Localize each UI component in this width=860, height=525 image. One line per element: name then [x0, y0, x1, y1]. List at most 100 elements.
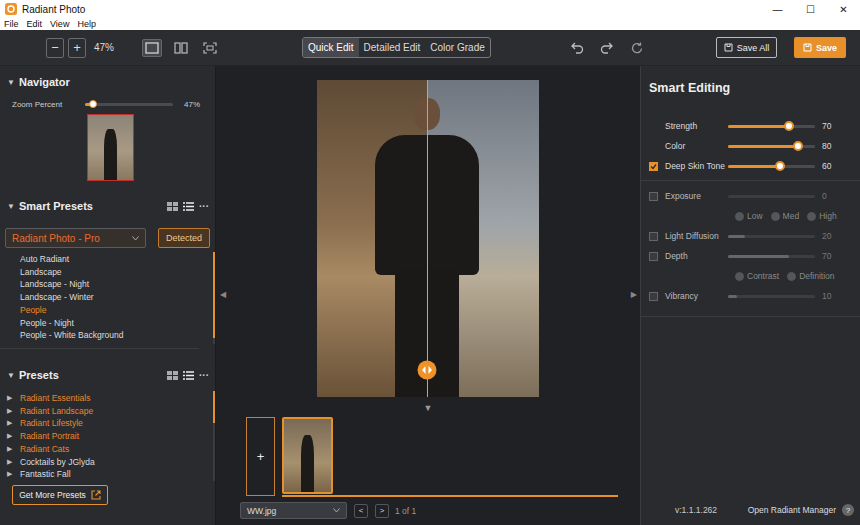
- view-mode-button[interactable]: [171, 39, 191, 57]
- add-image-button[interactable]: +: [246, 417, 275, 496]
- zoom-out-button[interactable]: −: [46, 38, 64, 58]
- previous-image-button[interactable]: <: [354, 504, 368, 518]
- filmstrip-thumbnail[interactable]: [282, 417, 333, 494]
- radio-group: Low Med High: [641, 206, 860, 226]
- scrollbar[interactable]: [213, 391, 215, 481]
- panel-title: Smart Presets: [19, 200, 93, 212]
- view-mode-button[interactable]: [142, 39, 162, 57]
- next-image-button[interactable]: >: [375, 504, 389, 518]
- smart-preset-item[interactable]: Landscape: [20, 266, 213, 279]
- list-view-icon[interactable]: [183, 202, 194, 211]
- adjustment-checkbox[interactable]: [649, 192, 658, 201]
- window-control[interactable]: ☐: [794, 4, 827, 15]
- filmstrip-scrollbar[interactable]: [282, 495, 618, 497]
- menu-item[interactable]: Edit: [27, 18, 43, 30]
- preset-group[interactable]: ▶ Radiant Essentials: [7, 392, 213, 405]
- edit-mode-tab[interactable]: Quick Edit: [303, 38, 359, 57]
- collapse-arrow[interactable]: ▼: [7, 202, 19, 211]
- smart-preset-item[interactable]: People: [20, 304, 213, 317]
- preset-group[interactable]: ▶ Radiant Portrait: [7, 430, 213, 443]
- smart-preset-item[interactable]: Auto Radiant: [20, 253, 213, 266]
- redo-icon[interactable]: [600, 41, 614, 55]
- preset-group[interactable]: ▶ Radiant Cats: [7, 443, 213, 456]
- panel-title: Presets: [19, 369, 59, 381]
- adjustment-label: Color: [665, 141, 728, 151]
- scrollbar[interactable]: [213, 252, 215, 344]
- grid-view-icon[interactable]: [167, 371, 178, 380]
- menu-item[interactable]: Help: [77, 18, 96, 30]
- preset-group[interactable]: ▶ Radiant Landscape: [7, 405, 213, 418]
- more-button[interactable]: ···: [199, 370, 209, 381]
- adjustment-value: 0: [822, 191, 827, 201]
- zoom-label: Zoom Percent: [12, 100, 85, 109]
- split-handle-icon[interactable]: [417, 360, 437, 380]
- grid-view-icon[interactable]: [167, 202, 178, 211]
- radio-option[interactable]: Definition: [787, 271, 834, 281]
- expand-arrow[interactable]: ▶: [7, 430, 20, 443]
- adjustment-row: Depth 70: [641, 246, 860, 266]
- get-more-presets-button[interactable]: Get More Presets: [12, 485, 108, 505]
- menu-item[interactable]: File: [4, 18, 19, 30]
- help-button[interactable]: ?: [842, 504, 854, 516]
- collection-dropdown[interactable]: Radiant Photo - Pro: [5, 228, 146, 248]
- file-dropdown[interactable]: WW.jpg: [240, 502, 347, 519]
- window-control[interactable]: —: [761, 4, 794, 15]
- reset-icon[interactable]: [630, 41, 644, 55]
- photo-preview[interactable]: [317, 80, 539, 397]
- expand-arrow[interactable]: ▶: [7, 456, 20, 469]
- adjustment-slider[interactable]: [728, 295, 815, 298]
- preset-group[interactable]: ▶ Fantastic Fall: [7, 468, 213, 481]
- smart-preset-item[interactable]: Landscape - Winter: [20, 291, 213, 304]
- expand-arrow[interactable]: ▶: [7, 468, 20, 481]
- preset-group[interactable]: ▶ Cocktails by JGlyda: [7, 456, 213, 469]
- smart-preset-item[interactable]: Landscape - Night: [20, 278, 213, 291]
- zoom-slider[interactable]: [85, 103, 173, 106]
- view-mode-button[interactable]: [200, 39, 220, 57]
- collapse-arrow[interactable]: ▼: [7, 371, 19, 380]
- split-line[interactable]: [427, 80, 428, 397]
- adjustment-slider[interactable]: [728, 195, 815, 198]
- radio-option[interactable]: High: [807, 211, 836, 221]
- adjustment-slider[interactable]: [728, 165, 815, 168]
- adjustment-checkbox[interactable]: [649, 232, 658, 241]
- collapse-arrow[interactable]: ▼: [7, 78, 19, 87]
- navigator-header[interactable]: ▼ Navigator: [0, 74, 215, 90]
- expand-arrow[interactable]: ▶: [7, 417, 20, 430]
- collapse-left-arrow[interactable]: ◀: [220, 290, 226, 299]
- adjustment-checkbox[interactable]: [649, 292, 658, 301]
- adjustment-slider[interactable]: [728, 125, 815, 128]
- smart-preset-item[interactable]: People - White Background: [20, 329, 213, 342]
- adjustment-slider[interactable]: [728, 145, 815, 148]
- preset-group[interactable]: ▶ Radiant Lifestyle: [7, 417, 213, 430]
- edit-mode-tab[interactable]: Color Grade: [425, 38, 489, 57]
- filmstrip-toggle[interactable]: ▼: [424, 402, 433, 414]
- adjustment-checkbox[interactable]: [649, 252, 658, 261]
- save-button[interactable]: Save: [794, 37, 846, 58]
- expand-arrow[interactable]: ▶: [7, 443, 20, 456]
- radio-option[interactable]: Low: [735, 211, 763, 221]
- edit-mode-tab[interactable]: Detailed Edit: [359, 38, 426, 57]
- window-control[interactable]: ✕: [827, 4, 860, 15]
- view-modes: [142, 39, 220, 57]
- radio-option[interactable]: Contrast: [735, 271, 779, 281]
- zoom-in-button[interactable]: +: [68, 38, 86, 58]
- expand-arrow[interactable]: ▶: [7, 405, 20, 418]
- detected-button[interactable]: Detected: [158, 228, 210, 248]
- open-manager-link[interactable]: Open Radiant Manager: [748, 505, 836, 515]
- collapse-right-arrow[interactable]: ▶: [631, 290, 637, 299]
- smart-presets-header: ▼ Smart Presets ···: [0, 198, 215, 214]
- more-button[interactable]: ···: [199, 201, 209, 212]
- checkmark-icon: [650, 163, 657, 170]
- adjustment-slider[interactable]: [728, 255, 815, 258]
- smart-preset-item[interactable]: People - Night: [20, 317, 213, 330]
- navigator-thumbnail[interactable]: [87, 114, 134, 181]
- menu-item[interactable]: View: [50, 18, 69, 30]
- save-all-button[interactable]: Save All: [716, 37, 777, 58]
- radio-option[interactable]: Med: [771, 211, 800, 221]
- adjustment-checkbox[interactable]: [649, 162, 658, 171]
- list-view-icon[interactable]: [183, 371, 194, 380]
- expand-arrow[interactable]: ▶: [7, 392, 20, 405]
- undo-icon[interactable]: [570, 41, 584, 55]
- adjustment-slider[interactable]: [728, 235, 815, 238]
- adjustment-row: Color 80: [641, 136, 860, 156]
